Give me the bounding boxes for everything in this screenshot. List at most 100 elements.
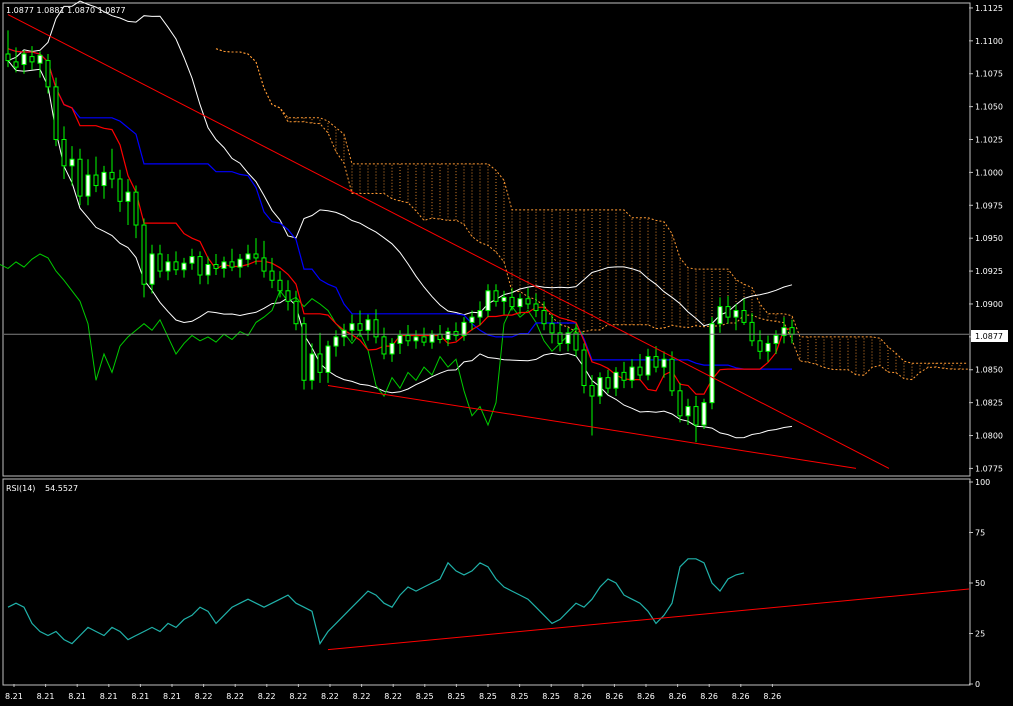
candle-body — [5, 53, 11, 62]
candle-body — [317, 353, 323, 373]
rsi-panel-frame — [2, 478, 971, 686]
candle-body — [637, 366, 643, 376]
candle-body — [725, 306, 731, 318]
chart-canvas: 1.1125 1.1100 1.1075 1.1050 1.1025 1.1000 1.09… — [0, 0, 1008, 701]
candle-body — [429, 333, 435, 343]
price-trendline — [7, 14, 890, 469]
candle-body — [301, 323, 307, 381]
price-y-tick-label: 1.0825 — [975, 399, 1003, 408]
candle-body — [141, 224, 147, 285]
current-price-tag: 1.0877 — [975, 332, 1003, 341]
candle-body — [173, 261, 179, 271]
candle-body — [437, 333, 443, 340]
price-y-tick-label: 1.0800 — [975, 432, 1003, 441]
x-tick-label: 8.25 — [447, 692, 465, 701]
candle-body — [669, 358, 675, 392]
candle-body — [13, 61, 19, 68]
x-tick-label: 8.21 — [5, 692, 23, 701]
candle-body — [741, 310, 747, 323]
candle-body — [293, 300, 299, 325]
candle-body — [397, 335, 403, 344]
candle-body — [621, 371, 627, 381]
rsi-value-readout: 54.5527 — [45, 484, 78, 493]
candle-body — [53, 86, 59, 141]
rsi-y-tick-label: 75 — [975, 529, 985, 538]
candle-body — [197, 256, 203, 276]
candle-body — [221, 261, 227, 269]
candle-body — [85, 174, 91, 197]
candle-body — [349, 323, 355, 331]
candle-body — [333, 336, 339, 347]
candle-body — [677, 390, 683, 417]
candle-body — [709, 323, 715, 404]
candle-body — [165, 261, 171, 272]
x-tick-label: 8.26 — [732, 692, 750, 701]
candle-body — [61, 139, 67, 167]
candle-body — [693, 406, 699, 426]
price-y-tick-label: 1.1075 — [975, 70, 1003, 79]
price-y-tick-label: 1.1025 — [975, 136, 1003, 145]
candle-body — [701, 402, 707, 426]
candle-body — [773, 335, 779, 344]
candle-body — [765, 342, 771, 352]
candle-body — [525, 298, 531, 305]
candle-body — [189, 256, 195, 264]
candle-body — [29, 56, 35, 63]
price-y-tick-label: 1.0950 — [975, 234, 1003, 243]
candle-body — [653, 356, 659, 368]
senkou-span-a-line — [215, 48, 968, 381]
candle-body — [413, 336, 419, 342]
candle-body — [533, 303, 539, 312]
candle-body — [549, 323, 555, 334]
candle-body — [541, 310, 547, 325]
candle-body — [213, 263, 219, 269]
candle-body — [453, 331, 459, 337]
candle-body — [77, 158, 83, 197]
candle-body — [69, 158, 75, 167]
x-tick-label: 8.25 — [542, 692, 560, 701]
rsi-plot-area — [7, 558, 970, 651]
candle-body — [717, 306, 723, 325]
x-tick-label: 8.26 — [637, 692, 655, 701]
x-tick-label: 8.22 — [384, 692, 402, 701]
candle-body — [205, 263, 211, 276]
candle-body — [117, 178, 123, 202]
candle-body — [661, 358, 667, 368]
candle-body — [509, 296, 515, 308]
rsi-y-tick-label: 100 — [975, 478, 990, 487]
candle-body — [237, 258, 243, 268]
candle-body — [589, 385, 595, 397]
price-y-tick-label: 1.0900 — [975, 300, 1003, 309]
x-tick-label: 8.25 — [479, 692, 497, 701]
rsi-trendline — [327, 588, 970, 651]
candle-body — [149, 253, 155, 285]
candle-body — [485, 290, 491, 312]
candle-body — [469, 316, 475, 323]
price-y-tick-label: 1.1100 — [975, 37, 1003, 46]
candle-body — [245, 253, 251, 260]
candle-body — [381, 336, 387, 355]
x-tick-label: 8.26 — [763, 692, 781, 701]
candle-body — [757, 340, 763, 352]
candle-body — [461, 321, 467, 337]
candle-body — [389, 342, 395, 355]
x-tick-label: 8.21 — [131, 692, 149, 701]
price-panel-frame — [2, 2, 971, 477]
x-tick-label: 8.21 — [37, 692, 55, 701]
candle-body — [325, 345, 331, 373]
rsi-label: RSI(14) — [6, 484, 35, 493]
ohlc-readout: 1.0877 1.0881 1.0870 1.0877 — [6, 6, 126, 15]
price-y-tick-label: 1.1050 — [975, 103, 1003, 112]
candle-body — [421, 336, 427, 343]
candle-body — [253, 253, 259, 259]
candle-body — [261, 257, 267, 272]
x-tick-label: 8.21 — [68, 692, 86, 701]
rsi-y-tick-label: 0 — [975, 680, 980, 689]
candle-body — [125, 191, 131, 202]
candle-body — [685, 406, 691, 417]
x-tick-label: 8.26 — [574, 692, 592, 701]
price-plot-area — [0, 0, 969, 469]
candle-body — [309, 353, 315, 381]
candle-body — [573, 332, 579, 351]
x-tick-label: 8.26 — [700, 692, 718, 701]
